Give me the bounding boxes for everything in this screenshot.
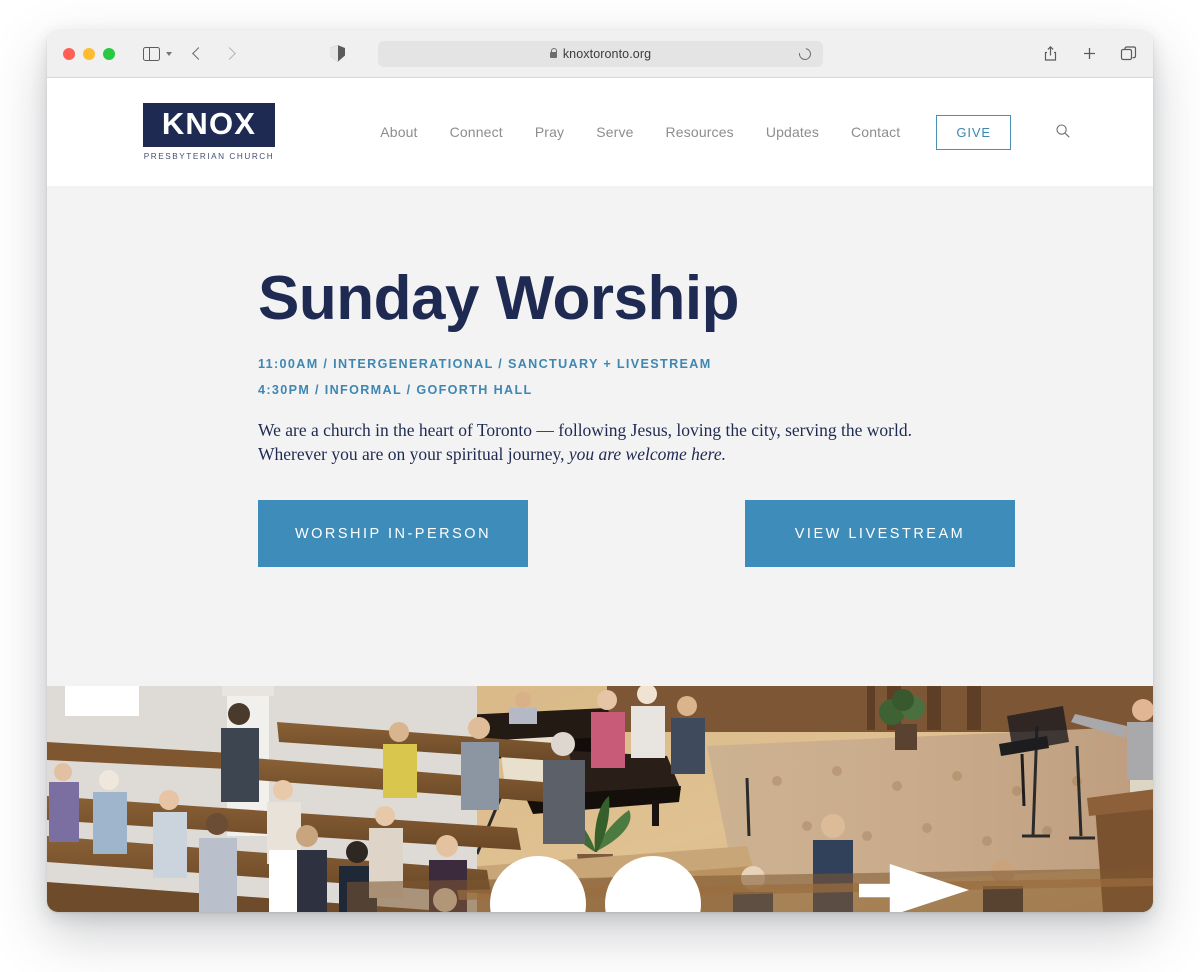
logo-wordmark: KNOX [161, 106, 257, 141]
search-button[interactable] [1055, 123, 1071, 142]
browser-toolbar: knoxtoronto.org [47, 30, 1153, 78]
cta-row: WORSHIP IN-PERSON VIEW LIVESTREAM [258, 500, 1153, 568]
close-window-button[interactable] [63, 47, 75, 60]
decorative-rectangle-shape [269, 850, 297, 912]
logo-box: KNOX [143, 103, 275, 147]
nav-item-updates[interactable]: Updates [766, 124, 819, 140]
service-time-primary: 11:00AM / INTERGENERATIONAL / SANCTUARY … [258, 357, 712, 372]
url-text: knoxtoronto.org [562, 46, 652, 61]
window-controls [63, 47, 115, 60]
site-header: KNOX PRESBYTERIAN CHURCH About Connect P… [47, 78, 1153, 186]
hero-description-emphasis: you are welcome here. [568, 444, 726, 465]
nav-item-serve[interactable]: Serve [596, 124, 633, 140]
sanctuary-photo-image [47, 686, 1153, 912]
toolbar-right-group [1042, 45, 1137, 62]
search-icon [1055, 123, 1071, 142]
plus-icon[interactable] [1081, 45, 1098, 62]
main-navigation: About Connect Pray Serve Resources Updat… [380, 114, 1071, 150]
back-arrow-icon[interactable] [192, 47, 205, 60]
reload-icon[interactable] [796, 45, 814, 62]
view-livestream-button[interactable]: VIEW LIVESTREAM [745, 500, 1015, 568]
chevron-down-icon[interactable] [166, 52, 172, 56]
tab-overview-icon[interactable] [1120, 45, 1137, 62]
hero-description-line2: Wherever you are on your spiritual journ… [258, 444, 569, 465]
logo-subtitle: PRESBYTERIAN CHURCH [143, 152, 275, 161]
navigation-arrows [192, 47, 236, 60]
browser-window: knoxtoronto.org KNOX PRESBYTERIAN CHURCH… [47, 30, 1153, 912]
maximize-window-button[interactable] [103, 47, 115, 60]
hero-section: Sunday Worship 11:00AM / INTERGENERATION… [47, 186, 1153, 686]
sidebar-icon [143, 46, 160, 61]
privacy-shield-icon[interactable] [330, 45, 345, 62]
address-bar[interactable]: knoxtoronto.org [378, 40, 823, 67]
hero-description: We are a church in the heart of Toronto … [258, 418, 958, 466]
share-icon[interactable] [1042, 45, 1059, 62]
lock-icon [549, 47, 558, 58]
sanctuary-photo [47, 686, 1153, 912]
service-time-secondary: 4:30PM / INFORMAL / GOFORTH HALL [258, 383, 533, 398]
minimize-window-button[interactable] [83, 47, 95, 60]
nav-item-resources[interactable]: Resources [666, 124, 734, 140]
nav-item-contact[interactable]: Contact [851, 124, 900, 140]
page-title: Sunday Worship [258, 264, 740, 333]
nav-item-pray[interactable]: Pray [535, 124, 564, 140]
nav-item-about[interactable]: About [380, 124, 417, 140]
webpage-viewport: KNOX PRESBYTERIAN CHURCH About Connect P… [47, 78, 1153, 912]
nav-item-connect[interactable]: Connect [450, 124, 503, 140]
worship-in-person-button[interactable]: WORSHIP IN-PERSON [258, 500, 528, 568]
give-button[interactable]: GIVE [936, 114, 1011, 150]
site-logo[interactable]: KNOX PRESBYTERIAN CHURCH [143, 103, 275, 161]
hero-description-line1: We are a church in the heart of Toronto … [258, 420, 912, 441]
forward-arrow-icon[interactable] [223, 47, 236, 60]
sidebar-toggle-button[interactable] [143, 46, 172, 61]
